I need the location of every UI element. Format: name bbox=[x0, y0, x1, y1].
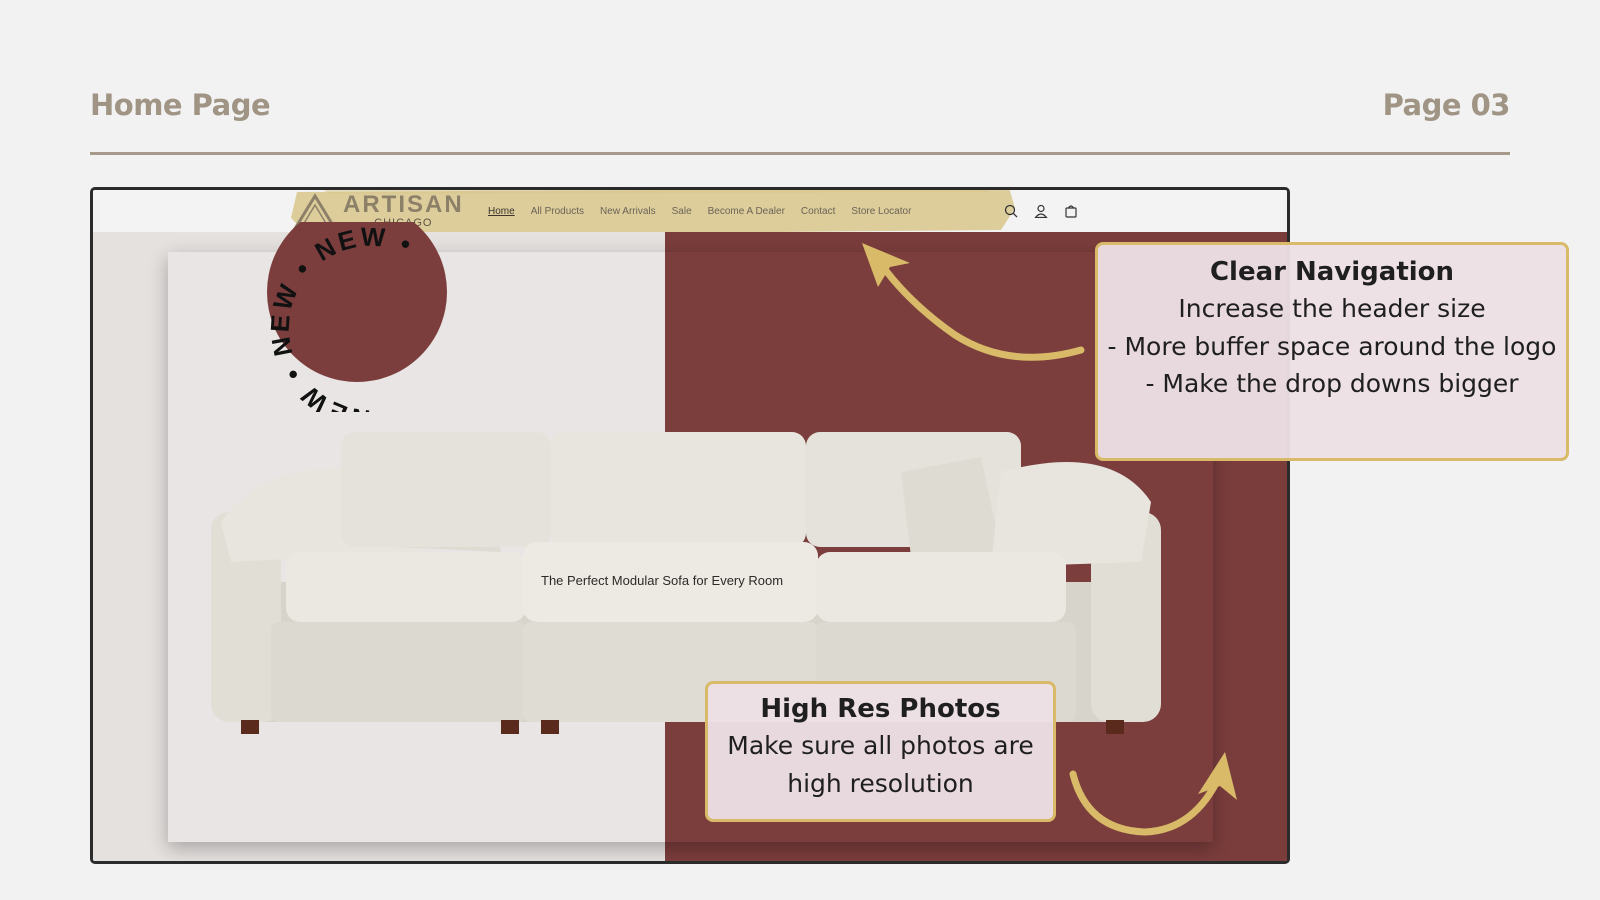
callout-clear-navigation: Clear Navigation Increase the header siz… bbox=[1095, 242, 1569, 461]
callout-high-res-photos: High Res Photos Make sure all photos are… bbox=[705, 681, 1056, 822]
nav-store-locator[interactable]: Store Locator bbox=[851, 206, 911, 217]
nav-contact[interactable]: Contact bbox=[801, 206, 835, 217]
arrow-to-navigation-icon bbox=[862, 243, 1085, 361]
callout-navigation-line-2: - More buffer space around the logo bbox=[1107, 331, 1557, 361]
title-divider bbox=[90, 152, 1510, 155]
callout-navigation-title: Clear Navigation bbox=[1209, 257, 1455, 287]
nav-become-a-dealer[interactable]: Become A Dealer bbox=[708, 206, 785, 217]
cart-icon[interactable] bbox=[1063, 203, 1079, 219]
page-number: Page 03 bbox=[1382, 88, 1511, 122]
arrow-to-photo-icon bbox=[1069, 752, 1237, 836]
callout-navigation-line-1: Increase the header size bbox=[1178, 294, 1486, 324]
slide-title: Home Page bbox=[90, 88, 271, 122]
main-navigation: Home All Products New Arrivals Sale Beco… bbox=[488, 190, 911, 232]
search-icon[interactable] bbox=[1003, 203, 1019, 219]
account-icon[interactable] bbox=[1033, 203, 1049, 219]
nav-sale[interactable]: Sale bbox=[672, 206, 692, 217]
nav-all-products[interactable]: All Products bbox=[531, 206, 584, 217]
hero-tagline: The Perfect Modular Sofa for Every Room bbox=[541, 573, 784, 588]
logo-name: ARTISAN bbox=[343, 191, 464, 218]
callout-navigation-line-3: - Make the drop downs bigger bbox=[1145, 369, 1519, 399]
new-badge: NEW • NEW • NEW • bbox=[265, 222, 447, 412]
callout-photos-line-1: Make sure all photos are high resolution bbox=[727, 731, 1034, 798]
header-icons bbox=[1003, 190, 1079, 232]
nav-home[interactable]: Home bbox=[488, 206, 515, 217]
callout-photos-title: High Res Photos bbox=[760, 694, 1001, 724]
nav-new-arrivals[interactable]: New Arrivals bbox=[600, 206, 656, 217]
